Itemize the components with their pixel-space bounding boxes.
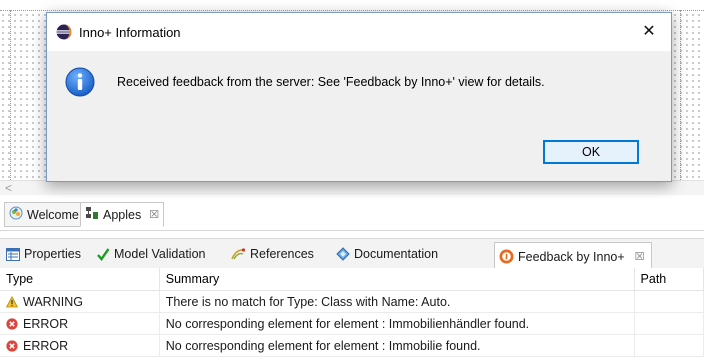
info-icon bbox=[65, 67, 95, 97]
view-tab-bar: Properties Model Validation References D… bbox=[0, 238, 704, 270]
type-label: ERROR bbox=[23, 316, 69, 331]
tab-model-validation[interactable]: Model Validation bbox=[94, 243, 208, 265]
references-icon bbox=[230, 247, 246, 261]
horizontal-scrollbar[interactable]: < bbox=[0, 180, 704, 195]
close-tab-icon[interactable]: ☒ bbox=[635, 250, 645, 263]
tab-feedback-by-inno[interactable]: Feedback by Inno+ ☒ bbox=[494, 242, 652, 270]
eclipse-app-icon bbox=[56, 24, 72, 40]
canvas-top-border bbox=[0, 0, 704, 11]
tab-references[interactable]: References bbox=[228, 243, 316, 265]
column-header-type[interactable]: Type bbox=[0, 268, 160, 291]
type-label: WARNING bbox=[23, 294, 83, 309]
tab-documentation[interactable]: Documentation bbox=[334, 243, 440, 265]
column-header-summary[interactable]: Summary bbox=[159, 268, 635, 291]
dialog-message: Received feedback from the server: See '… bbox=[117, 75, 545, 89]
diagram-icon bbox=[85, 206, 99, 223]
type-label: ERROR bbox=[23, 338, 69, 353]
tab-label: Properties bbox=[24, 247, 81, 261]
tab-apples[interactable]: Apples ☒ bbox=[80, 202, 165, 227]
tab-properties[interactable]: Properties bbox=[4, 243, 83, 265]
checkmark-icon bbox=[96, 247, 110, 261]
tab-label: Model Validation bbox=[114, 247, 206, 261]
table-row[interactable]: WARNING There is no match for Type: Clas… bbox=[0, 290, 704, 313]
tab-label: Welcome bbox=[27, 207, 79, 222]
canvas-frame-left bbox=[10, 10, 41, 180]
information-dialog: Inno+ Information ✕ Received feedback fr… bbox=[46, 12, 672, 182]
warning-icon bbox=[5, 295, 19, 308]
summary-cell: No corresponding element for element : I… bbox=[159, 334, 635, 357]
error-icon bbox=[6, 339, 18, 352]
type-cell: ERROR bbox=[0, 312, 160, 335]
welcome-icon bbox=[9, 206, 23, 223]
documentation-icon bbox=[336, 247, 350, 261]
path-cell bbox=[634, 290, 704, 313]
table-header-row: Type Summary Path bbox=[0, 268, 704, 291]
tab-label: Apples bbox=[103, 207, 142, 222]
ok-button[interactable]: OK bbox=[543, 140, 639, 164]
dialog-title: Inno+ Information bbox=[79, 25, 181, 40]
dialog-titlebar[interactable]: Inno+ Information ✕ bbox=[47, 13, 671, 51]
editor-tab-bar: Welcome Apples ☒ bbox=[0, 198, 704, 231]
properties-icon bbox=[6, 247, 20, 261]
tab-label: References bbox=[250, 247, 314, 261]
tab-label: Feedback by Inno+ bbox=[518, 249, 625, 264]
summary-cell: No corresponding element for element : I… bbox=[159, 312, 635, 335]
scroll-left-arrow[interactable]: < bbox=[5, 181, 12, 195]
summary-cell: There is no match for Type: Class with N… bbox=[159, 290, 635, 313]
table-row[interactable]: ERROR No corresponding element for eleme… bbox=[0, 312, 704, 335]
type-cell: ERROR bbox=[0, 334, 160, 357]
feedback-table: Type Summary Path WARNING There is no ma… bbox=[0, 268, 704, 357]
close-tab-icon[interactable]: ☒ bbox=[149, 208, 159, 221]
close-icon[interactable]: ✕ bbox=[627, 13, 671, 51]
path-cell bbox=[634, 312, 704, 335]
feedback-table-area: Type Summary Path WARNING There is no ma… bbox=[0, 268, 704, 361]
tab-welcome[interactable]: Welcome bbox=[4, 202, 84, 227]
canvas-frame-right bbox=[680, 10, 704, 180]
feedback-icon bbox=[499, 249, 514, 264]
table-row[interactable]: ERROR No corresponding element for eleme… bbox=[0, 334, 704, 357]
path-cell bbox=[634, 334, 704, 357]
error-icon bbox=[6, 317, 18, 330]
type-cell: WARNING bbox=[0, 290, 160, 313]
column-header-path[interactable]: Path bbox=[634, 268, 704, 291]
tab-label: Documentation bbox=[354, 247, 439, 261]
